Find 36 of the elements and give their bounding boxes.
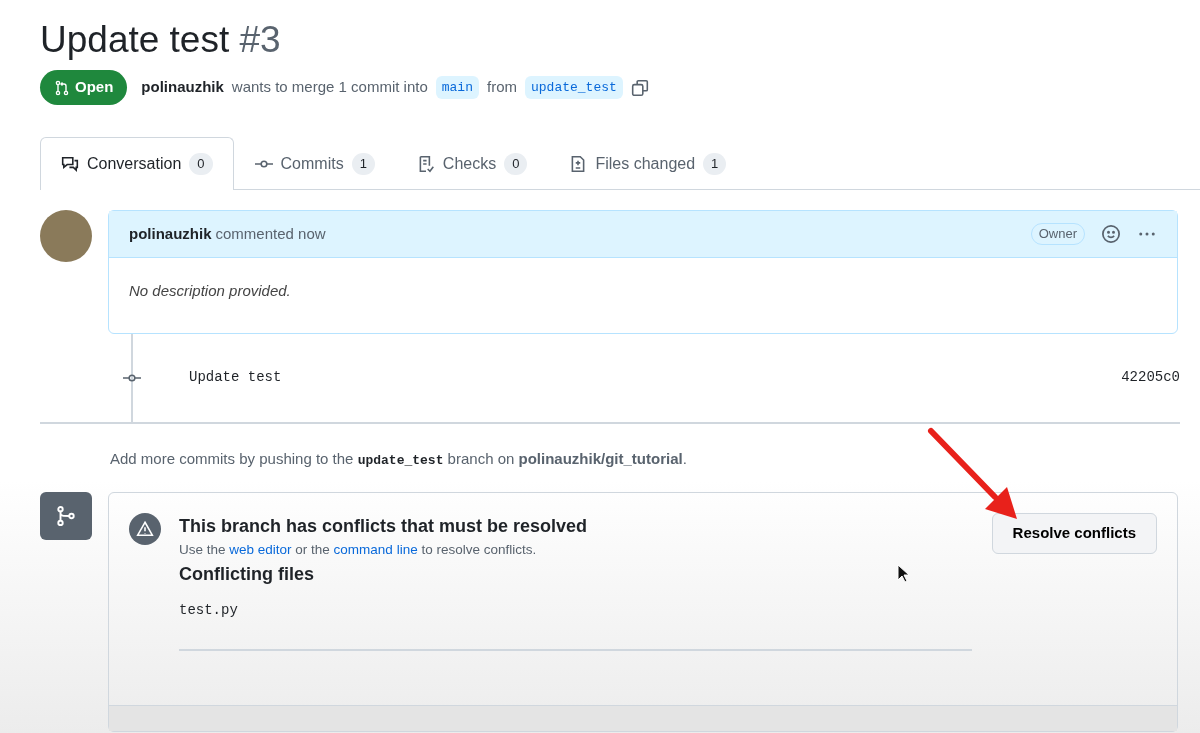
resolve-conflicts-button[interactable]: Resolve conflicts (991, 513, 1157, 554)
page-title: Update test #3 (40, 18, 282, 62)
count-badge: 0 (189, 153, 213, 175)
branch-label[interactable]: main (435, 75, 479, 100)
comment-body: No description provided. (129, 282, 291, 300)
copy-icon (630, 78, 649, 97)
file-name: test.py (179, 600, 239, 620)
merge-status-title: This branch has conflicts that must be resolved (179, 515, 588, 539)
count-badge: 0 (504, 153, 528, 175)
status-badge: Open (40, 70, 128, 105)
avatar (40, 209, 92, 262)
tab[interactable]: Commits 1 (233, 136, 396, 190)
cursor-icon (897, 564, 910, 583)
commit-message[interactable]: Update test (189, 367, 282, 389)
tab[interactable]: Files changed 1 (548, 136, 748, 190)
warning-icon (136, 520, 154, 539)
branch-label[interactable]: update_test (525, 75, 623, 100)
branch-icon (55, 505, 77, 528)
push-hint: Add more commits by pushing to the update_test branch on polinauzhik/git_tutorial. (110, 448, 688, 470)
pull-request-icon (54, 79, 70, 96)
count-badge: 1 (703, 153, 727, 175)
commit-sha[interactable]: 42205c0 (1121, 367, 1180, 389)
chat-icon (61, 154, 79, 173)
comment-author[interactable]: polinauzhik (129, 222, 212, 246)
count-badge: 1 (351, 153, 375, 175)
link[interactable]: command line (333, 542, 418, 558)
from-text: from (487, 77, 517, 98)
tab[interactable]: Conversation 0 (40, 136, 234, 190)
merge-summary-text: wants to merge 1 commit into (231, 77, 428, 98)
smiley-icon[interactable] (1101, 224, 1121, 245)
author-link[interactable]: polinauzhik (141, 76, 224, 99)
conflict-hint: Use the web editor or the command line to resolve conflicts. (179, 541, 537, 560)
comment-meta: commented now (215, 223, 326, 244)
tab[interactable]: Checks 0 (395, 136, 549, 190)
link[interactable]: web editor (229, 542, 292, 558)
conflicting-files-heading: Conflicting files (179, 562, 314, 586)
